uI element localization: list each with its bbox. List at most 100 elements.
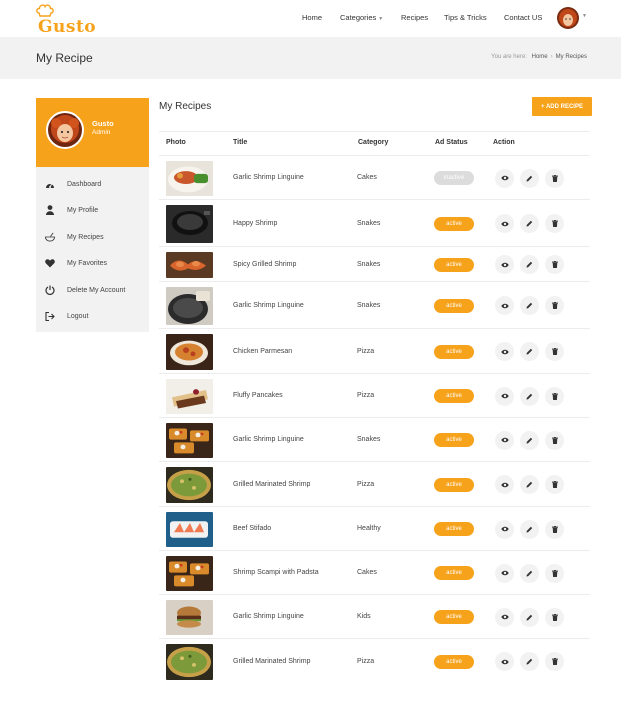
delete-button[interactable] [545, 475, 564, 494]
view-button[interactable] [495, 255, 514, 274]
delete-button[interactable] [545, 430, 564, 450]
view-button[interactable] [495, 342, 514, 361]
status-badge[interactable]: active [434, 477, 474, 492]
recipe-title[interactable]: Fluffy Pancakes [233, 392, 283, 399]
recipe-title[interactable]: Garlic Shrimp Linguine [233, 302, 304, 309]
edit-button[interactable] [520, 430, 539, 450]
edit-button[interactable] [520, 342, 539, 361]
status-badge[interactable]: inactive [434, 171, 474, 185]
page-title-band: My Recipe You are here: Home › My Recipes [0, 37, 621, 79]
edit-button[interactable] [520, 563, 539, 583]
recipe-title[interactable]: Garlic Shrimp Linguine [233, 174, 304, 181]
edit-button[interactable] [520, 519, 539, 539]
status-badge[interactable]: active [434, 257, 474, 272]
edit-button[interactable] [520, 386, 539, 406]
delete-button[interactable] [545, 342, 564, 361]
delete-button[interactable] [545, 214, 564, 233]
view-button[interactable] [495, 430, 514, 450]
recipe-photo[interactable] [166, 512, 213, 547]
user-avatar[interactable] [557, 7, 579, 29]
view-button[interactable] [495, 607, 514, 627]
edit-button[interactable] [520, 296, 539, 315]
recipe-title[interactable]: Grilled Marinated Shrimp [233, 481, 310, 488]
recipe-title[interactable]: Beef Stifado [233, 525, 271, 532]
recipe-photo[interactable] [166, 287, 213, 325]
sidebar-item-favorites[interactable]: My Favorites [36, 250, 149, 276]
sidebar-item-recipes[interactable]: My Recipes [36, 224, 149, 250]
status-badge[interactable]: active [434, 216, 474, 231]
recipe-title[interactable]: Shrimp Scampi with Padsta [233, 569, 319, 576]
table-row: Beef Stifado Healthy active [159, 506, 590, 550]
edit-button[interactable] [520, 168, 539, 188]
add-recipe-button[interactable]: + ADD RECIPE [532, 97, 592, 116]
status-badge[interactable]: active [434, 344, 474, 359]
recipe-title[interactable]: Grilled Marinated Shrimp [233, 658, 310, 665]
table-row: Chicken Parmesan Pizza active [159, 328, 590, 373]
logo[interactable]: Gusto [36, 4, 96, 37]
delete-button[interactable] [545, 296, 564, 315]
edit-button[interactable] [520, 652, 539, 671]
nav-recipes[interactable]: Recipes [401, 13, 428, 22]
recipe-photo[interactable] [166, 556, 213, 591]
delete-button[interactable] [545, 255, 564, 274]
recipe-photo-image [166, 556, 213, 591]
recipe-photo[interactable] [166, 467, 213, 503]
view-button[interactable] [495, 386, 514, 406]
sidebar-item-delete-account[interactable]: Delete My Account [36, 277, 149, 303]
sidebar-menu: Dashboard My Profile My Recipes My Favor… [36, 167, 149, 332]
trash-icon [551, 348, 558, 355]
recipe-photo[interactable] [166, 161, 213, 196]
delete-button[interactable] [545, 563, 564, 583]
recipe-photo[interactable] [166, 205, 213, 243]
recipe-title[interactable]: Garlic Shrimp Linguine [233, 613, 304, 620]
delete-button[interactable] [545, 386, 564, 406]
recipe-photo[interactable] [166, 252, 213, 278]
status-badge[interactable]: active [434, 566, 474, 580]
bowl-icon [45, 232, 55, 242]
recipe-photo[interactable] [166, 600, 213, 635]
sidebar-item-dashboard[interactable]: Dashboard [36, 171, 149, 197]
delete-button[interactable] [545, 652, 564, 671]
edit-button[interactable] [520, 607, 539, 627]
breadcrumb-current: My Recipes [555, 54, 587, 60]
page-title: My Recipe [36, 51, 93, 65]
status-badge[interactable]: active [434, 298, 474, 313]
status-badge[interactable]: active [434, 389, 474, 403]
nav-home[interactable]: Home [302, 13, 322, 22]
user-menu-chevron-icon[interactable]: ▼ [582, 13, 587, 19]
view-button[interactable] [495, 519, 514, 539]
edit-button[interactable] [520, 214, 539, 233]
eye-icon [500, 175, 509, 181]
view-button[interactable] [495, 296, 514, 315]
delete-button[interactable] [545, 519, 564, 539]
recipe-photo[interactable] [166, 379, 213, 414]
breadcrumb-home[interactable]: Home [532, 54, 548, 60]
recipe-photo[interactable] [166, 423, 213, 458]
delete-button[interactable] [545, 168, 564, 188]
edit-button[interactable] [520, 255, 539, 274]
status-badge[interactable]: active [434, 610, 474, 624]
status-badge[interactable]: active [434, 433, 474, 447]
edit-button[interactable] [520, 475, 539, 494]
recipe-title[interactable]: Chicken Parmesan [233, 348, 292, 355]
recipe-photo[interactable] [166, 334, 213, 370]
nav-categories[interactable]: Categories ▼ [340, 13, 383, 22]
view-button[interactable] [495, 214, 514, 233]
recipe-title[interactable]: Garlic Shrimp Linguine [233, 436, 304, 443]
recipe-title[interactable]: Happy Shrimp [233, 220, 277, 227]
recipe-title[interactable]: Spicy Grilled Shrimp [233, 261, 296, 268]
nav-contact[interactable]: Contact US [504, 13, 542, 22]
table-header: Photo Title Category Ad Status Action [159, 131, 590, 155]
status-badge[interactable]: active [434, 654, 474, 669]
status-badge[interactable]: active [434, 522, 474, 536]
pencil-icon [526, 481, 533, 488]
view-button[interactable] [495, 563, 514, 583]
nav-tips[interactable]: Tips & Tricks [444, 13, 487, 22]
view-button[interactable] [495, 168, 514, 188]
sidebar-item-profile[interactable]: My Profile [36, 197, 149, 223]
view-button[interactable] [495, 475, 514, 494]
delete-button[interactable] [545, 607, 564, 627]
sidebar-item-logout[interactable]: Logout [36, 303, 149, 329]
recipe-photo[interactable] [166, 644, 213, 680]
view-button[interactable] [495, 652, 514, 671]
